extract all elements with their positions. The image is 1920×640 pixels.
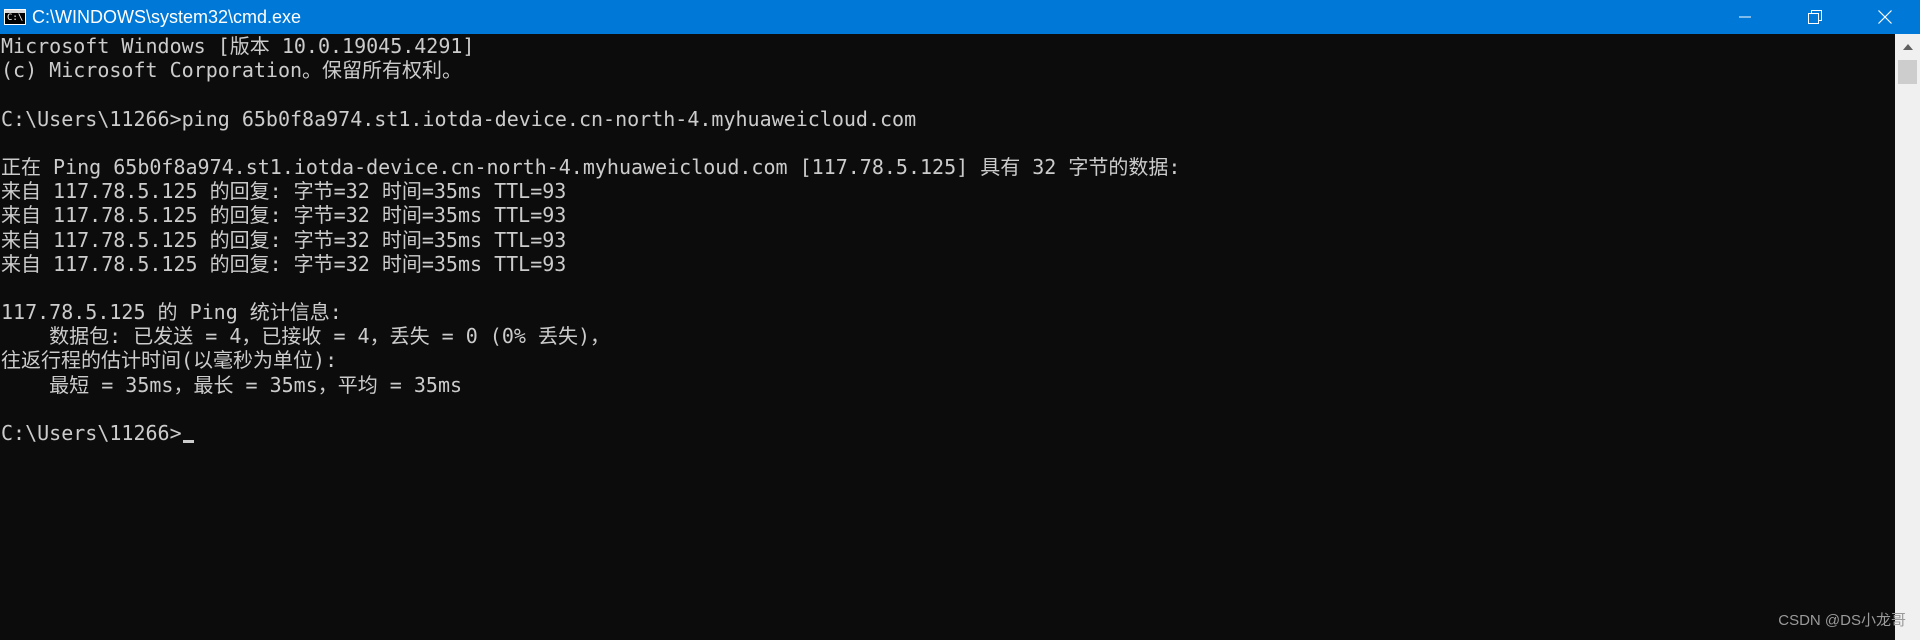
title-bar[interactable]: C:\ C:\WINDOWS\system32\cmd.exe — [0, 0, 1920, 34]
console-line: 正在 Ping 65b0f8a974.st1.iotda-device.cn-n… — [1, 154, 1181, 179]
console-output[interactable]: Microsoft Windows [版本 10.0.19045.4291] (c… — [0, 34, 1895, 640]
app-icon-text: C:\ — [7, 13, 24, 23]
minimize-button[interactable] — [1710, 0, 1780, 34]
restore-icon — [1808, 10, 1822, 24]
minimize-icon — [1739, 11, 1751, 23]
command-prompt: C:\Users\11266> — [1, 421, 182, 445]
window-title: C:\WINDOWS\system32\cmd.exe — [32, 7, 302, 27]
cmd-app-icon[interactable]: C:\ — [4, 9, 26, 25]
console-line: 来自 117.78.5.125 的回复: 字节=32 时间=35ms TTL=9… — [1, 179, 567, 204]
vertical-scrollbar[interactable] — [1895, 34, 1920, 640]
console-line: 最短 = 35ms，最长 = 35ms，平均 = 35ms — [1, 372, 463, 397]
console-line: (c) Microsoft Corporation。保留所有权利。 — [1, 58, 463, 83]
console-line: Microsoft Windows [版本 10.0.19045.4291] — [1, 34, 475, 58]
window-controls — [1710, 0, 1920, 34]
console-line: 来自 117.78.5.125 的回复: 字节=32 时间=35ms TTL=9… — [1, 227, 567, 252]
console-line: 来自 117.78.5.125 的回复: 字节=32 时间=35ms TTL=9… — [1, 203, 567, 228]
cursor-caret — [182, 440, 194, 443]
close-button[interactable] — [1850, 0, 1920, 34]
cmd-window: C:\ C:\WINDOWS\system32\cmd.exe Microsof… — [0, 0, 1920, 640]
console-line: C:\Users\11266>ping 65b0f8a974.st1.iotda… — [1, 106, 917, 131]
console-line: 117.78.5.125 的 Ping 统计信息: — [1, 300, 342, 325]
scroll-up-button[interactable] — [1895, 34, 1920, 58]
chevron-up-icon — [1902, 37, 1913, 55]
scroll-thumb[interactable] — [1898, 60, 1917, 84]
console-prompt-line[interactable]: C:\Users\11266> — [0, 421, 1895, 445]
console-line: 来自 117.78.5.125 的回复: 字节=32 时间=35ms TTL=9… — [1, 251, 567, 276]
console-line: 往返行程的估计时间(以毫秒为单位): — [1, 348, 338, 373]
console-line: 数据包: 已发送 = 4，已接收 = 4，丢失 = 0 (0% 丢失)， — [1, 324, 610, 349]
restore-button[interactable] — [1780, 0, 1850, 34]
close-icon — [1878, 10, 1892, 24]
console-lines: Microsoft Windows [版本 10.0.19045.4291] (c… — [0, 34, 1895, 421]
csdn-watermark: CSDN @DS小龙哥 — [1778, 612, 1906, 629]
